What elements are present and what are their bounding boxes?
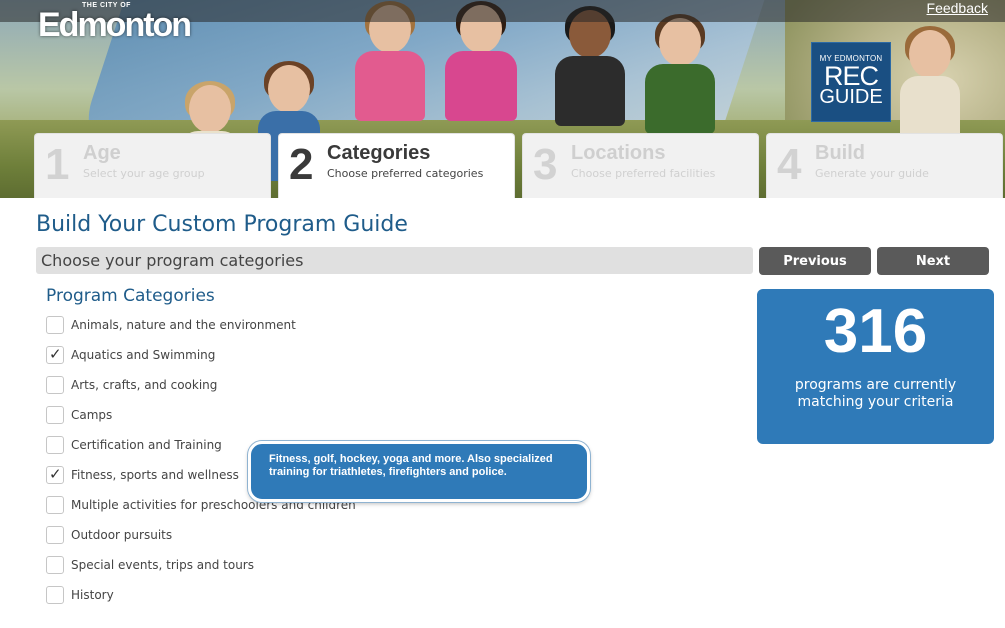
match-text: programs are currently matching your cri…	[794, 377, 957, 410]
checkbox[interactable]	[46, 345, 64, 364]
checkbox[interactable]	[46, 586, 64, 604]
checkbox[interactable]	[46, 556, 64, 574]
step-title: Categories	[327, 142, 431, 164]
step-age[interactable]: 1 Age Select your age group	[34, 133, 271, 198]
step-number: 2	[289, 140, 314, 189]
category-item[interactable]: History	[46, 580, 356, 610]
page: THE CITY OF Edmonton Feedback MY EDMONTO…	[0, 0, 1005, 628]
feedback-link[interactable]: Feedback	[927, 0, 988, 16]
category-label: Arts, crafts, and cooking	[71, 378, 218, 392]
checkbox[interactable]	[46, 496, 64, 514]
checkbox[interactable]	[46, 316, 64, 334]
step-build[interactable]: 4 Build Generate your guide	[766, 133, 1003, 198]
checkbox[interactable]	[46, 465, 64, 484]
match-counter: 316 programs are currently matching your…	[757, 289, 994, 444]
checkbox[interactable]	[46, 406, 64, 424]
category-item[interactable]: Animals, nature and the environment	[46, 310, 356, 340]
step-subtitle: Select your age group	[83, 167, 205, 180]
category-item[interactable]: Special events, trips and tours	[46, 550, 356, 580]
section-title: Program Categories	[46, 286, 215, 306]
step-subtitle: Generate your guide	[815, 167, 929, 180]
category-tooltip: Fitness, golf, hockey, yoga and more. Al…	[248, 441, 590, 502]
page-title: Build Your Custom Program Guide	[36, 212, 408, 237]
checkbox[interactable]	[46, 526, 64, 544]
step-locations[interactable]: 3 Locations Choose preferred facilities	[522, 133, 759, 198]
child-figure	[900, 26, 960, 146]
category-label: Certification and Training	[71, 438, 222, 452]
step-title: Build	[815, 142, 865, 164]
logo-name-text: Edmonton	[38, 6, 192, 44]
rec-guide-line3: GUIDE	[819, 86, 883, 108]
category-item[interactable]: Camps	[46, 400, 356, 430]
next-button[interactable]: Next	[877, 247, 989, 275]
category-label: Camps	[71, 408, 113, 422]
child-figure	[355, 1, 425, 130]
category-label: Outdoor pursuits	[71, 528, 173, 542]
category-label: History	[71, 588, 114, 602]
subheading-text: Choose your program categories	[41, 251, 304, 270]
child-figure	[645, 14, 715, 134]
step-number: 3	[533, 140, 558, 189]
step-subtitle: Choose preferred categories	[327, 167, 484, 180]
child-figure	[555, 6, 625, 135]
checkbox[interactable]	[46, 436, 64, 454]
category-label: Fitness, sports and wellness	[71, 468, 239, 482]
step-number: 4	[777, 140, 802, 189]
step-title: Age	[83, 142, 121, 164]
step-subtitle: Choose preferred facilities	[571, 167, 716, 180]
step-categories[interactable]: 2 Categories Choose preferred categories	[278, 133, 515, 198]
hero-banner-image: THE CITY OF Edmonton Feedback MY EDMONTO…	[0, 0, 1005, 198]
checkbox[interactable]	[46, 376, 64, 394]
category-item[interactable]: Outdoor pursuits	[46, 520, 356, 550]
child-figure	[445, 1, 517, 130]
subheading-bar: Choose your program categories	[36, 247, 753, 274]
step-title: Locations	[571, 142, 666, 164]
step-number: 1	[45, 140, 70, 189]
category-label: Animals, nature and the environment	[71, 318, 296, 332]
previous-button[interactable]: Previous	[759, 247, 871, 275]
category-item[interactable]: Aquatics and Swimming	[46, 340, 356, 370]
category-item[interactable]: Arts, crafts, and cooking	[46, 370, 356, 400]
rec-guide-badge: MY EDMONTON REC GUIDE	[811, 42, 891, 122]
rec-guide-line2: REC	[823, 61, 879, 91]
category-label: Special events, trips and tours	[71, 558, 254, 572]
category-label: Aquatics and Swimming	[71, 348, 216, 362]
match-count: 316	[823, 297, 928, 366]
